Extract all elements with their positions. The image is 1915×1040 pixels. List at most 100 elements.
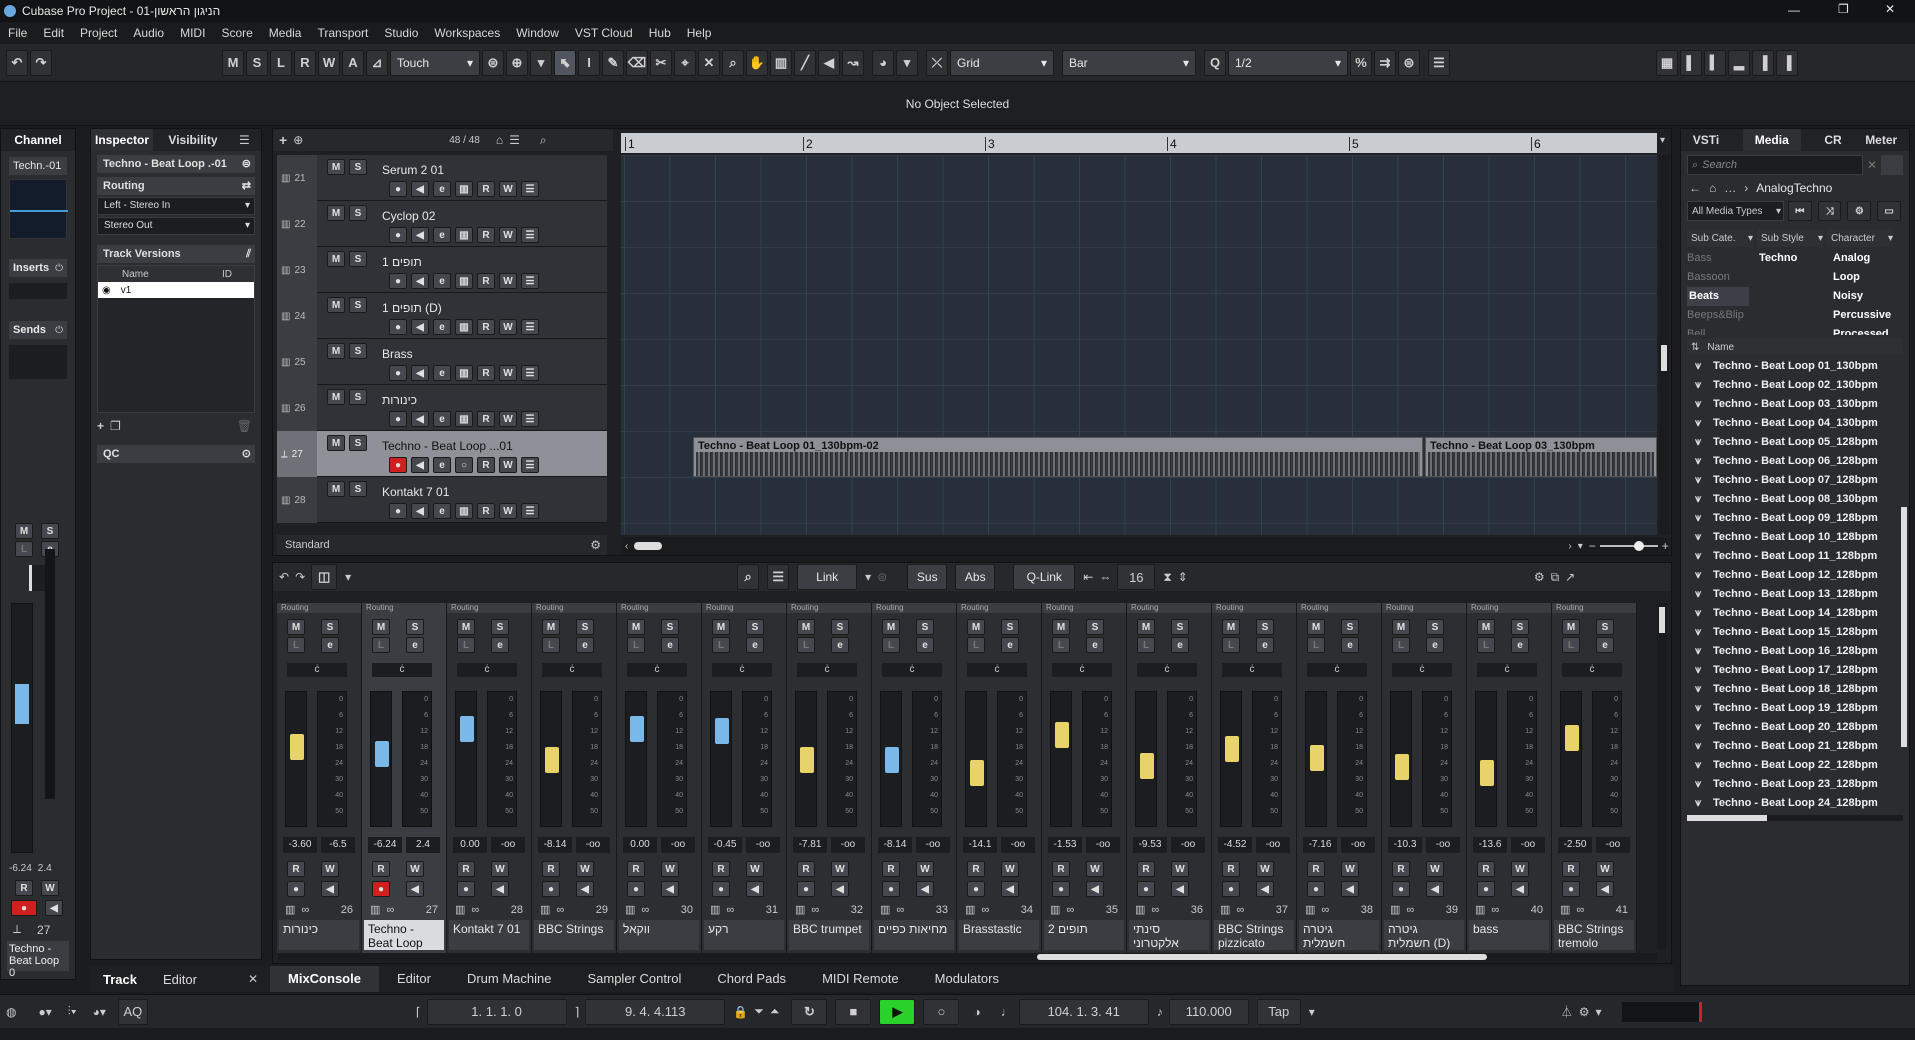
vertical-scrollbar[interactable] (1659, 155, 1669, 535)
mix-list-icon[interactable]: ☰ (767, 564, 790, 590)
track-menu-icon[interactable]: ☰ (521, 411, 539, 427)
track-menu-icon[interactable]: ☰ (521, 365, 539, 381)
track-row[interactable]: ▥ 21 M S Serum 2 01 ● ◀ e ▥ R W ☰ (277, 155, 607, 201)
track-preset-label[interactable]: Standard (285, 539, 330, 551)
track-mute-button[interactable]: M (327, 159, 345, 175)
strip-pan[interactable]: ċ (797, 663, 857, 677)
mix-undo-icon[interactable]: ↶ (279, 570, 289, 584)
track-solo-button[interactable]: S (349, 435, 367, 451)
strip-record-button[interactable]: ● (372, 881, 390, 897)
marker-up-icon[interactable]: ⏶ (770, 1004, 780, 1019)
media-result-item[interactable]: ⩛ Techno - Beat Loop 14_128bpm (1687, 604, 1903, 623)
transport-settings-icon[interactable]: ⚙ (1579, 1005, 1590, 1019)
strip-pan[interactable]: ċ (1562, 663, 1622, 677)
strip-pan[interactable]: ċ (627, 663, 687, 677)
strip-write-button[interactable]: W (1256, 861, 1274, 877)
track-write-button[interactable]: W (499, 411, 517, 427)
snap-type-select[interactable]: Grid ▾ (950, 49, 1054, 76)
media-result-item[interactable]: ⩛ Techno - Beat Loop 04_130bpm (1687, 414, 1903, 433)
zoom-chevron-icon[interactable]: ▾ (1578, 541, 1583, 552)
scroll-left-icon[interactable]: ‹ (625, 541, 628, 552)
routing-section[interactable]: Routing ⇄ (97, 177, 255, 195)
lanes-icon[interactable]: ▥ (455, 365, 473, 381)
position-display[interactable]: 104. 1. 3. 41 (1018, 998, 1149, 1025)
strip-pan[interactable]: ċ (1392, 663, 1452, 677)
strip-pan[interactable]: ċ (1307, 663, 1367, 677)
mix-redo-icon[interactable]: ↷ (295, 570, 305, 584)
media-result-item[interactable]: ⩛ Techno - Beat Loop 02_130bpm (1687, 376, 1903, 395)
routing-header[interactable]: Routing (532, 603, 616, 613)
strip-channel-name[interactable]: מחיאות כפיים (874, 920, 954, 950)
track-write-button[interactable]: W (499, 457, 517, 473)
menu-score[interactable]: Score (213, 22, 260, 44)
track-read-button[interactable]: R (477, 273, 495, 289)
strip-solo-button[interactable]: S (916, 619, 934, 635)
track-mute-button[interactable]: M (327, 251, 345, 267)
strip-listen-button[interactable]: L (1052, 637, 1070, 653)
strip-channel-name[interactable]: bass (1469, 920, 1549, 950)
routing-header[interactable]: Routing (1042, 603, 1126, 613)
strip-fader-knob[interactable] (545, 747, 559, 773)
strip-peak-value[interactable]: -oo (1511, 837, 1545, 853)
strip-write-button[interactable]: W (1171, 861, 1189, 877)
link-option-icon[interactable]: ⊜ (877, 570, 887, 584)
strip-monitor-button[interactable]: ◀ (1256, 881, 1274, 897)
strip-write-button[interactable]: W (576, 861, 594, 877)
tab-meter[interactable]: Meter (1865, 133, 1897, 147)
tab-chord-pads[interactable]: Chord Pads (699, 966, 804, 992)
category-item[interactable]: Bell (1687, 325, 1749, 335)
strip-edit-button[interactable]: e (1256, 637, 1274, 653)
media-result-item[interactable]: ⩛ Techno - Beat Loop 09_128bpm (1687, 509, 1903, 528)
results-horizontal-thumb[interactable] (1687, 815, 1767, 821)
strip-listen-button[interactable]: L (1222, 637, 1240, 653)
draw-tool-icon[interactable]: ✎ (602, 49, 624, 76)
track-menu-icon[interactable]: ☰ (521, 319, 539, 335)
undo-icon[interactable]: ↶ (6, 49, 28, 76)
strip-pan[interactable]: ċ (712, 663, 772, 677)
strip-edit-button[interactable]: e (746, 637, 764, 653)
strip-mute-button[interactable]: M (1307, 619, 1325, 635)
strip-channel-name[interactable]: Kontakt 7 01 (449, 920, 529, 950)
strip-solo-button[interactable]: S (491, 619, 509, 635)
strip-listen-button[interactable]: L (1562, 637, 1580, 653)
split-tool-icon[interactable]: ✂ (650, 49, 672, 76)
track-preset-settings-icon[interactable]: ⚙ (590, 538, 601, 552)
strip-edit-button[interactable]: e (661, 637, 679, 653)
performance-icon[interactable]: ◍ (6, 1005, 16, 1019)
right-zone-toggle-icon[interactable]: ▐ (1752, 49, 1774, 76)
strip-edit-button[interactable]: e (1001, 637, 1019, 653)
track-solo-button[interactable]: S (349, 205, 367, 221)
channel-width-expand-icon[interactable]: ⇔ (1099, 570, 1111, 584)
strip-monitor-button[interactable]: ◀ (661, 881, 679, 897)
track-mute-button[interactable]: M (327, 481, 345, 497)
delete-version-icon[interactable]: 🗑 (237, 419, 252, 433)
strip-edit-button[interactable]: e (916, 637, 934, 653)
media-settings-icon[interactable]: ⚙ (1847, 201, 1872, 221)
strip-volume-value[interactable]: -13.6 (1473, 837, 1507, 853)
link-chevron-icon[interactable]: ▾ (865, 570, 871, 584)
track-search-icon[interactable]: ⌕ (540, 133, 547, 148)
strip-mute-button[interactable]: M (1392, 619, 1410, 635)
strip-mute-button[interactable]: M (372, 619, 390, 635)
strip-record-button[interactable]: ● (1477, 881, 1495, 897)
strip-read-button[interactable]: R (287, 861, 305, 877)
monitor-icon[interactable]: ◀ (411, 181, 429, 197)
automation-button[interactable]: A (342, 49, 364, 76)
media-result-item[interactable]: ⩛ Techno - Beat Loop 01_130bpm (1687, 357, 1903, 376)
record-enable-icon[interactable]: ● (389, 181, 407, 197)
mix-vertical-scroll-thumb[interactable] (1659, 607, 1665, 633)
color-tool-icon[interactable]: ◕ (872, 49, 894, 76)
snap-toggle-icon[interactable]: ⤫ (926, 49, 948, 76)
right-locator[interactable]: 9. 4. 4.113 (585, 998, 726, 1025)
strip-mute-button[interactable]: M (1052, 619, 1070, 635)
maximize-icon[interactable]: ❐ (1838, 2, 1849, 16)
metronome-icon[interactable]: ⏃ (1561, 1003, 1573, 1020)
tap-chevron-icon[interactable]: ▾ (1309, 1005, 1315, 1019)
record-enable-icon[interactable]: ● (389, 227, 407, 243)
media-result-item[interactable]: ⩛ Techno - Beat Loop 24_128bpm (1687, 794, 1903, 813)
lanes-icon[interactable]: ▥ (455, 273, 473, 289)
vertical-scroll-thumb[interactable] (1661, 345, 1667, 371)
media-view-icon[interactable] (1881, 155, 1904, 175)
strip-record-button[interactable]: ● (627, 881, 645, 897)
track-write-button[interactable]: W (499, 273, 517, 289)
